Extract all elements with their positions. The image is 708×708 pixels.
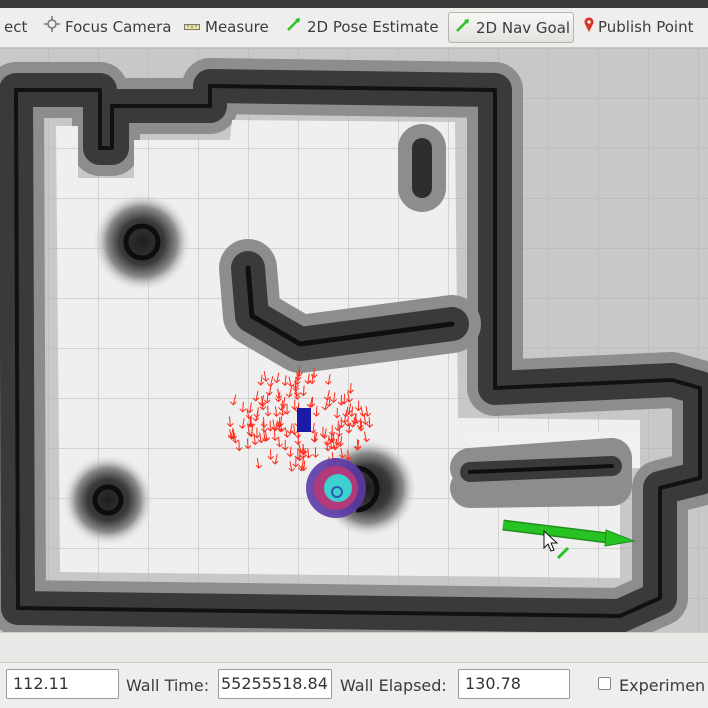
- tool-select[interactable]: ect: [0, 12, 33, 43]
- wall-elapsed-label: Wall Elapsed:: [340, 676, 447, 695]
- tool-2d-nav-goal[interactable]: 2D Nav Goal: [448, 12, 574, 43]
- tool-measure-label: Measure: [205, 18, 269, 36]
- tools-toolbar: ect Focus Camera Measure 2D Pose Estimat…: [0, 8, 708, 48]
- tool-select-label: ect: [4, 18, 28, 36]
- focus-camera-icon: [44, 12, 60, 43]
- map-pin-icon: [584, 12, 594, 43]
- 3d-render-viewport[interactable]: [0, 48, 708, 632]
- panel-separator: [0, 632, 708, 662]
- local-costmap: [306, 458, 366, 518]
- tool-publish-point[interactable]: Publish Point: [578, 12, 699, 43]
- tool-publish-point-label: Publish Point: [598, 18, 694, 36]
- wall-elapsed-field[interactable]: 130.78: [458, 669, 570, 699]
- nav-goal-arrow-icon: [455, 13, 471, 44]
- experimental-checkbox[interactable]: [598, 677, 611, 690]
- pose-arrow-icon: [286, 12, 302, 43]
- tool-focus-camera-label: Focus Camera: [65, 18, 172, 36]
- tool-2d-nav-goal-label: 2D Nav Goal: [476, 19, 571, 37]
- robot-model: [297, 408, 311, 432]
- wall-time-field[interactable]: 55255518.84: [218, 669, 332, 699]
- sim-time-field[interactable]: 112.11: [6, 669, 119, 699]
- wall-time-label: Wall Time:: [126, 676, 210, 695]
- tool-2d-pose-estimate[interactable]: 2D Pose Estimate: [280, 12, 445, 43]
- time-panel: 112.11 Wall Time: 55255518.84 Wall Elaps…: [0, 662, 708, 708]
- tool-focus-camera[interactable]: Focus Camera: [38, 12, 177, 43]
- window-top-edge: [0, 0, 708, 8]
- ruler-icon: [184, 12, 200, 43]
- experimental-label: Experimen: [619, 676, 706, 695]
- tool-measure[interactable]: Measure: [178, 12, 275, 43]
- tool-2d-pose-estimate-label: 2D Pose Estimate: [307, 18, 439, 36]
